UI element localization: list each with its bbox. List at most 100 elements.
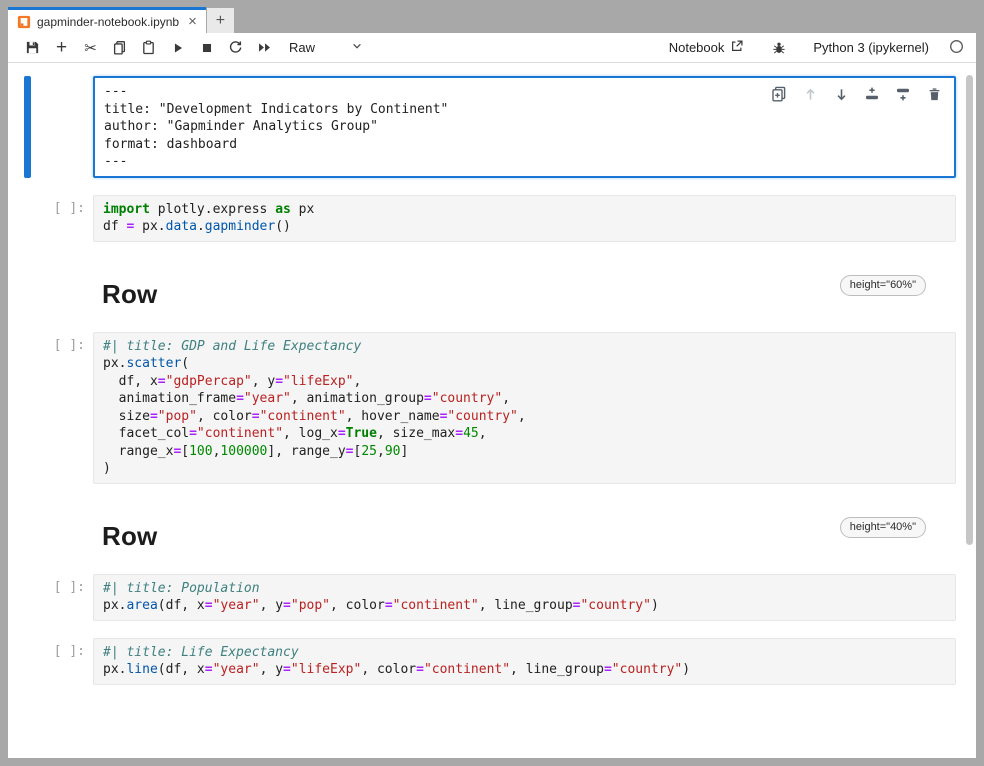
execution-count-prompt: [ ]: <box>54 201 85 216</box>
code-line: ) <box>103 460 946 478</box>
height-attribute-badge: height="60%" <box>840 275 926 296</box>
code-cell-editor[interactable]: #| title: Life Expectancypx.line(df, x="… <box>93 638 956 685</box>
height-attribute-badge: height="40%" <box>840 517 926 538</box>
code-line: px.line(df, x="year", y="lifeExp", color… <box>103 661 946 679</box>
kernel-name-button[interactable]: Python 3 (ipykernel) <box>813 40 929 55</box>
code-cell: [ ]: #| title: Life Expectancypx.line(df,… <box>8 638 956 685</box>
move-cell-up-button[interactable] <box>798 82 822 106</box>
insert-cell-below-button[interactable] <box>891 82 915 106</box>
toolbar-right: Notebook Python 3 (ipykernel) <box>669 35 964 61</box>
new-tab-button[interactable]: + <box>207 8 234 33</box>
plus-icon: + <box>56 37 67 59</box>
markdown-heading: Row <box>102 521 956 552</box>
debugger-button[interactable] <box>764 35 793 61</box>
code-line: facet_col="continent", log_x=True, size_… <box>103 425 946 443</box>
markdown-rendered-cell[interactable]: Rowheight="60%" <box>93 273 956 325</box>
markdown-rendered-cell[interactable]: Rowheight="40%" <box>93 515 956 567</box>
copy-cells-button[interactable] <box>105 35 134 61</box>
kernel-idle-circle-icon <box>949 39 964 57</box>
external-link-icon <box>730 39 744 56</box>
raw-cell: ---title: "Development Indicators by Con… <box>8 76 956 178</box>
tab-bar: gapminder-notebook.ipynb × + <box>8 7 976 33</box>
save-icon <box>25 40 40 55</box>
interrupt-kernel-button[interactable] <box>192 35 221 61</box>
code-line: #| title: Population <box>103 580 946 598</box>
restart-run-all-button[interactable] <box>250 35 279 61</box>
delete-cell-button[interactable] <box>922 82 946 106</box>
notebook-toolbar: + ✂ Raw Notebook Python 3 (ipykernel) <box>8 33 976 63</box>
jupyterlab-window: gapminder-notebook.ipynb × + + ✂ Raw Not… <box>8 7 976 758</box>
code-line: author: "Gapminder Analytics Group" <box>104 118 945 136</box>
scissors-icon: ✂ <box>84 39 97 57</box>
code-line: px.area(df, x="year", y="pop", color="co… <box>103 597 946 615</box>
code-line: import plotly.express as px <box>103 201 946 219</box>
code-line: df = px.data.gapminder() <box>103 218 946 236</box>
notebook-panel: ---title: "Development Indicators by Con… <box>8 63 976 758</box>
insert-cell-button[interactable]: + <box>47 35 76 61</box>
code-line: size="pop", color="continent", hover_nam… <box>103 408 946 426</box>
move-cell-down-button[interactable] <box>829 82 853 106</box>
cell-gutter: [ ]: <box>8 574 93 621</box>
duplicate-cell-icon <box>771 86 787 102</box>
code-line: animation_frame="year", animation_group=… <box>103 390 946 408</box>
cell-gutter: [ ]: <box>8 638 93 685</box>
cell-list: ---title: "Development Indicators by Con… <box>8 76 976 685</box>
window-frame: gapminder-notebook.ipynb × + + ✂ Raw Not… <box>0 0 984 766</box>
cell-collapser[interactable] <box>24 76 31 178</box>
cell-gutter: [ ]: <box>8 195 93 242</box>
bug-icon <box>772 41 786 55</box>
notebook-file-icon <box>17 15 31 29</box>
move-cell-up-icon <box>803 87 818 102</box>
open-in-notebook-button[interactable]: Notebook <box>669 39 745 56</box>
fast-forward-icon <box>257 40 272 55</box>
close-tab-button[interactable]: × <box>188 14 197 29</box>
kernel-status-indicator[interactable] <box>949 39 964 57</box>
notebook-link-label: Notebook <box>669 40 725 55</box>
run-button[interactable] <box>163 35 192 61</box>
code-line: format: dashboard <box>104 136 945 154</box>
code-cell-editor[interactable]: import plotly.express as pxdf = px.data.… <box>93 195 956 242</box>
code-cell-editor[interactable]: #| title: Populationpx.area(df, x="year"… <box>93 574 956 621</box>
insert-cell-above-icon <box>864 86 880 102</box>
copy-icon <box>112 40 127 55</box>
duplicate-cell-button[interactable] <box>767 82 791 106</box>
cell-gutter: [ ]: <box>8 332 93 484</box>
execution-count-prompt: [ ]: <box>54 580 85 595</box>
markdown-heading: Row <box>102 279 956 310</box>
move-cell-down-icon <box>834 87 849 102</box>
raw-cell-editor[interactable]: ---title: "Development Indicators by Con… <box>93 76 956 178</box>
code-cell: [ ]: #| title: Populationpx.area(df, x="y… <box>8 574 956 621</box>
markdown-cell: Rowheight="40%" <box>8 515 956 567</box>
cell-gutter <box>8 76 93 178</box>
chevron-down-icon <box>351 40 363 55</box>
execution-count-prompt: [ ]: <box>54 644 85 659</box>
code-line: #| title: Life Expectancy <box>103 644 946 662</box>
markdown-cell: Rowheight="60%" <box>8 273 956 325</box>
restart-icon <box>228 40 243 55</box>
scrollbar-thumb[interactable] <box>966 75 973 545</box>
restart-kernel-button[interactable] <box>221 35 250 61</box>
code-cell: [ ]: import plotly.express as pxdf = px.d… <box>8 195 956 242</box>
code-line: df, x="gdpPercap", y="lifeExp", <box>103 373 946 391</box>
insert-cell-above-button[interactable] <box>860 82 884 106</box>
play-icon <box>171 41 185 55</box>
cut-cells-button[interactable]: ✂ <box>76 35 105 61</box>
code-line: #| title: GDP and Life Expectancy <box>103 338 946 356</box>
code-line: --- <box>104 153 945 171</box>
cell-type-label: Raw <box>289 40 315 55</box>
code-cell-editor[interactable]: #| title: GDP and Life Expectancypx.scat… <box>93 332 956 484</box>
stop-icon <box>200 41 214 55</box>
cell-toolbar <box>767 82 946 106</box>
cell-gutter <box>8 273 93 325</box>
code-cell: [ ]: #| title: GDP and Life Expectancypx.… <box>8 332 956 484</box>
clipboard-icon <box>141 40 156 55</box>
insert-cell-below-icon <box>895 86 911 102</box>
code-line: range_x=[100,100000], range_y=[25,90] <box>103 443 946 461</box>
code-line: px.scatter( <box>103 355 946 373</box>
cell-type-dropdown[interactable]: Raw <box>289 40 363 55</box>
cell-gutter <box>8 515 93 567</box>
paste-cells-button[interactable] <box>134 35 163 61</box>
save-button[interactable] <box>18 35 47 61</box>
execution-count-prompt: [ ]: <box>54 338 85 353</box>
tab-gapminder-notebook[interactable]: gapminder-notebook.ipynb × <box>8 7 206 33</box>
